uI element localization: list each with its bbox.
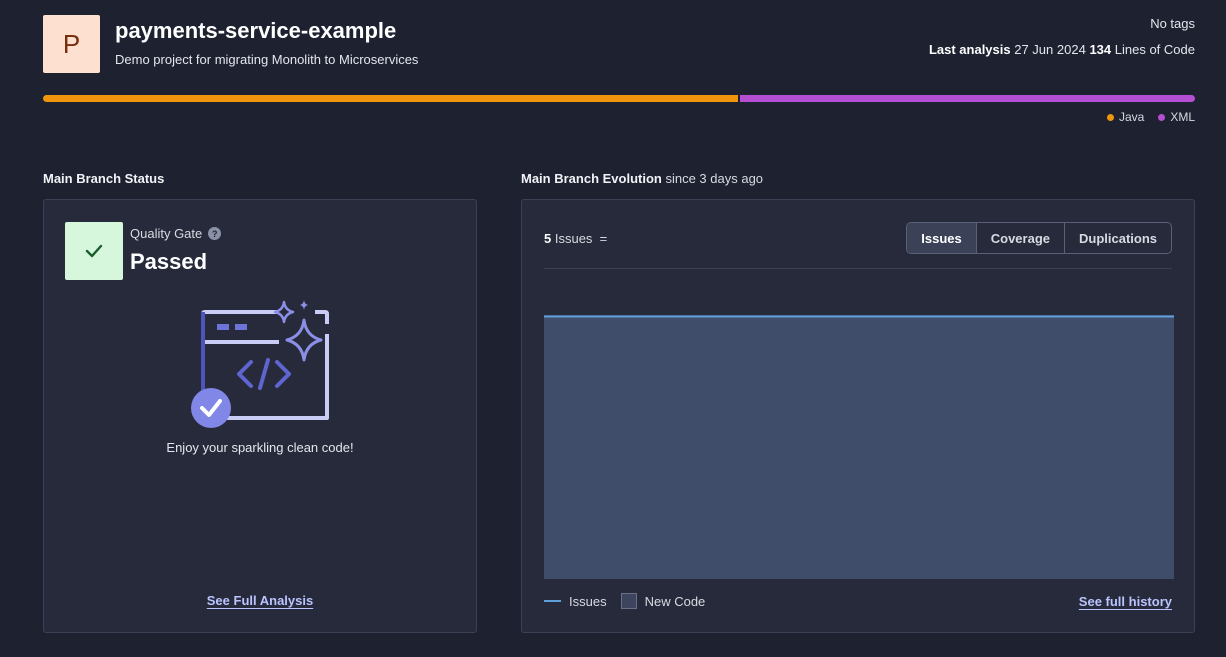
quality-gate-status-box <box>65 222 123 280</box>
see-full-analysis-container: See Full Analysis <box>44 592 476 610</box>
language-legend: Java XML <box>1106 110 1195 124</box>
quality-gate-status: Passed <box>130 249 208 274</box>
project-tags[interactable]: No tags <box>1150 16 1195 31</box>
project-title: payments-service-example <box>115 18 397 43</box>
quality-gate-label-row: Quality Gate ? <box>130 226 222 241</box>
main-branch-evolution-heading: Main Branch Evolution since 3 days ago <box>521 171 763 186</box>
divider <box>544 268 1172 269</box>
issues-count-value: 5 <box>544 231 552 246</box>
xml-dot-icon <box>1158 113 1166 121</box>
see-full-analysis-link[interactable]: See Full Analysis <box>207 593 313 608</box>
tab-issues[interactable]: Issues <box>907 223 976 253</box>
new-code-box-icon <box>620 593 637 609</box>
clean-code-illustration <box>191 300 329 428</box>
quality-gate-label: Quality Gate <box>130 226 203 241</box>
see-full-history-container: See full history <box>1079 593 1172 611</box>
language-distribution-bar <box>43 95 1195 102</box>
help-icon[interactable]: ? <box>208 227 222 240</box>
main-branch-evolution-heading-text: Main Branch Evolution <box>521 171 662 186</box>
language-bar-xml <box>740 95 1195 102</box>
lines-count: 134 <box>1089 42 1112 57</box>
new-code-area <box>544 315 1174 579</box>
evolution-metric-tabs: Issues Coverage Duplications <box>906 222 1172 254</box>
main-branch-evolution-since: since 3 days ago <box>665 171 764 186</box>
main-branch-evolution-panel: 5 Issues = Issues Coverage Duplications … <box>521 199 1195 633</box>
language-legend-java-label: Java <box>1118 110 1145 124</box>
language-bar-java <box>43 95 738 102</box>
language-legend-xml: XML <box>1158 110 1195 124</box>
project-avatar: P <box>43 15 100 73</box>
java-dot-icon <box>1106 113 1114 121</box>
issues-trend-icon: = <box>599 231 608 246</box>
legend-issues-label: Issues <box>569 593 607 609</box>
language-legend-xml-label: XML <box>1170 110 1195 124</box>
issues-line-icon <box>544 600 561 602</box>
project-avatar-letter: P <box>62 28 81 59</box>
lines-label: Lines of Code <box>1114 42 1195 57</box>
issues-evolution-chart <box>544 315 1174 579</box>
language-legend-java: Java <box>1106 110 1145 124</box>
last-analysis-info: Last analysis 27 Jun 2024 134 Lines of C… <box>929 42 1195 57</box>
tab-coverage[interactable]: Coverage <box>975 223 1064 253</box>
last-analysis-date: 27 Jun 2024 <box>1014 42 1086 57</box>
last-analysis-label: Last analysis <box>928 42 1011 57</box>
main-branch-status-heading-text: Main Branch Status <box>43 171 165 186</box>
project-description: Demo project for migrating Monolith to M… <box>115 52 419 67</box>
check-icon <box>85 244 103 258</box>
legend-new-code-label: New Code <box>644 593 706 609</box>
issues-count-label: Issues <box>554 231 593 246</box>
legend-issues: Issues <box>544 594 607 609</box>
clean-code-message: Enjoy your sparkling clean code! <box>166 440 354 455</box>
legend-new-code: New Code <box>620 593 706 609</box>
chart-legend: Issues New Code <box>544 593 705 609</box>
tab-duplications[interactable]: Duplications <box>1063 223 1171 253</box>
main-branch-status-heading: Main Branch Status <box>43 171 164 186</box>
see-full-history-link[interactable]: See full history <box>1079 594 1172 609</box>
main-branch-status-panel: Quality Gate ? Passed Enjoy your sparkli… <box>43 199 477 633</box>
issues-count: 5 Issues = <box>544 231 607 246</box>
